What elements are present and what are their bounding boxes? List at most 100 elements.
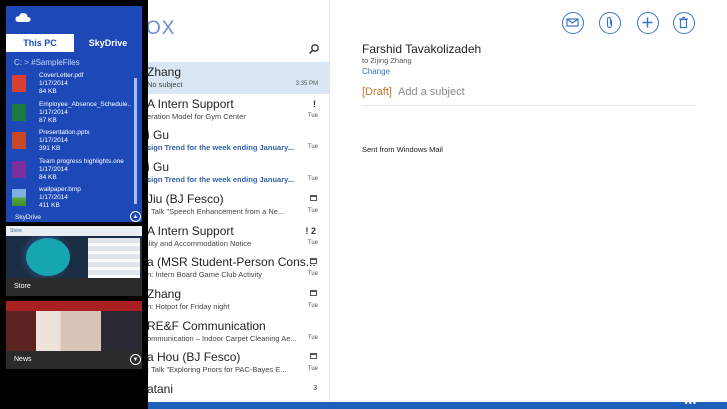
message-time: Tue: [307, 176, 318, 183]
message-row[interactable]: Zhang n: Hotpot for Friday night Tue: [148, 284, 329, 316]
message-subject: sign Trend for the week ending January..…: [148, 143, 294, 153]
store-list-preview: [88, 238, 140, 278]
scrollbar-thumb[interactable]: [134, 78, 137, 204]
file-size: 411 KB: [39, 202, 60, 210]
send-button[interactable]: [562, 12, 584, 34]
message-subject: ility and Accommodation Notice: [148, 238, 252, 248]
search-icon[interactable]: [308, 43, 320, 55]
cloud-icon: [15, 12, 31, 22]
excel-icon: [12, 103, 26, 121]
app-label: Store: [14, 283, 31, 290]
message-row[interactable]: i Gu sign Trend for the week ending Janua…: [148, 125, 329, 157]
message-sender: RE&F Communication: [148, 318, 266, 333]
draft-tag: [Draft]: [362, 86, 392, 98]
message-sender: i Gu: [148, 160, 170, 175]
divider: [362, 105, 696, 106]
news-app-thumbnail[interactable]: News ▼: [6, 301, 142, 369]
location-tabs: This PC SkyDrive: [6, 34, 142, 52]
message-time: Tue: [307, 302, 318, 309]
message-row[interactable]: atani 3: [148, 379, 329, 402]
message-sender: a (MSR Student-Person Cons...: [148, 255, 316, 270]
file-date: 1/17/2014: [39, 108, 68, 116]
reading-pane: Farshid Tavakolizadeh to Zijing Zhang Ch…: [331, 0, 727, 402]
file-size: 87 KB: [39, 116, 57, 124]
message-sender: A Intern Support: [148, 223, 234, 238]
message-time: Tue: [307, 144, 318, 151]
message-body[interactable]: Sent from Windows Mail: [362, 145, 443, 154]
message-time: Tue: [307, 112, 318, 119]
message-subject: : Talk "Exploring Priors for PAC-Bayes E…: [148, 365, 287, 375]
message-time: 3:35 PM: [295, 81, 318, 87]
message-time: Tue: [307, 271, 318, 278]
app-switcher: This PC SkyDrive C: > #SampleFiles Cover…: [0, 0, 148, 409]
message-sender: Zhang: [148, 286, 182, 301]
file-name: Employee_Absence_Schedule...: [39, 100, 131, 108]
powerpoint-icon: [12, 132, 26, 149]
message-row[interactable]: RE&F Communication ommunication – Indoor …: [148, 316, 329, 348]
app-bar-hint[interactable]: •••: [148, 398, 727, 409]
subject-input[interactable]: [398, 84, 698, 100]
plus-icon: [642, 17, 653, 28]
file-date: 1/17/2014: [39, 165, 68, 173]
change-link[interactable]: Change: [362, 67, 390, 76]
file-item[interactable]: Presentation.pptx 1/17/2014 391 KB: [12, 129, 130, 158]
message-sender: Zhang: [148, 65, 182, 79]
message-sender: i Gu: [148, 128, 170, 143]
message-row[interactable]: Zhang No subject 3:35 PM: [148, 62, 329, 94]
message-subject: ommunication – Indoor Carpet Cleaning Ae…: [148, 333, 297, 343]
message-sender: Jiu (BJ Fesco): [148, 191, 224, 206]
store-preview: Store: [6, 226, 142, 278]
news-header: [6, 301, 142, 311]
attach-button[interactable]: [599, 12, 621, 34]
file-list: CoverLetter.pdf 1/17/2014 84 KB Employee…: [12, 72, 131, 215]
file-name: Team progress highlights.one: [39, 157, 124, 165]
file-name: CoverLetter.pdf: [39, 72, 84, 79]
message-row[interactable]: i Gu sign Trend for the week ending Janua…: [148, 157, 329, 189]
file-name: wallpaper.bmp: [39, 186, 81, 193]
delete-button[interactable]: [673, 12, 695, 34]
message-subject: eration Model for Gym Center: [148, 111, 246, 121]
store-header: Store: [6, 226, 142, 236]
message-subject: n: Intern Board Game Club Activity: [148, 270, 263, 280]
message-sender: A Intern Support: [148, 96, 234, 111]
send-icon: [566, 18, 579, 27]
calendar-icon: [310, 258, 317, 265]
app-label: News: [14, 356, 32, 363]
importance-icon: ! 2: [305, 225, 316, 236]
chevron-down-icon[interactable]: ▼: [130, 354, 141, 365]
message-sender: a Hou (BJ Fesco): [148, 350, 241, 365]
attach-icon: [606, 16, 613, 29]
message-subject: No subject: [148, 80, 183, 89]
breadcrumb[interactable]: C: > #SampleFiles: [14, 58, 80, 67]
file-item[interactable]: Employee_Absence_Schedule... 1/17/2014 8…: [12, 100, 131, 130]
file-date: 1/17/2014: [39, 194, 68, 202]
file-item[interactable]: Team progress highlights.one 1/17/2014 8…: [12, 158, 130, 187]
file-date: 1/17/2014: [39, 137, 68, 145]
pdf-icon: [12, 75, 26, 92]
calendar-icon: [310, 289, 317, 296]
onedrive-snapped-app[interactable]: This PC SkyDrive C: > #SampleFiles Cover…: [6, 6, 142, 222]
message-subject: sign Trend for the week ending January..…: [148, 175, 294, 185]
image-icon: [12, 189, 26, 206]
folder-title: OX: [148, 18, 176, 39]
calendar-icon: [310, 353, 317, 360]
store-app-thumbnail[interactable]: Store Store: [6, 226, 142, 296]
message-row[interactable]: a (MSR Student-Person Cons... n: Intern B…: [148, 252, 329, 284]
message-time: Tue: [307, 207, 318, 214]
tab-skydrive[interactable]: SkyDrive: [74, 34, 142, 52]
message-row[interactable]: Jiu (BJ Fesco): Talk "Speech Enhancement…: [148, 189, 329, 221]
file-item[interactable]: CoverLetter.pdf 1/17/2014 84 KB: [12, 72, 130, 101]
thread-count: 3: [313, 385, 317, 392]
message-subject: n: Hotpot for Friday night: [148, 301, 230, 311]
file-size: 391 KB: [39, 145, 61, 153]
chevron-up-icon[interactable]: ▲: [130, 211, 141, 222]
file-item[interactable]: wallpaper.bmp 1/17/2014 411 KB: [12, 186, 130, 215]
tab-this-pc[interactable]: This PC: [6, 34, 74, 52]
message-row[interactable]: A Intern Support ility and Accommodation …: [148, 221, 329, 253]
new-button[interactable]: [637, 12, 659, 34]
trash-icon: [679, 16, 688, 29]
message-list: OX Zhang No subject 3:35 PM A Intern Suppor…: [148, 0, 330, 402]
more-icon[interactable]: •••: [685, 398, 697, 408]
message-row[interactable]: a Hou (BJ Fesco): Talk "Exploring Priors…: [148, 347, 329, 379]
message-row[interactable]: A Intern Support eration Model for Gym Ce…: [148, 94, 329, 126]
